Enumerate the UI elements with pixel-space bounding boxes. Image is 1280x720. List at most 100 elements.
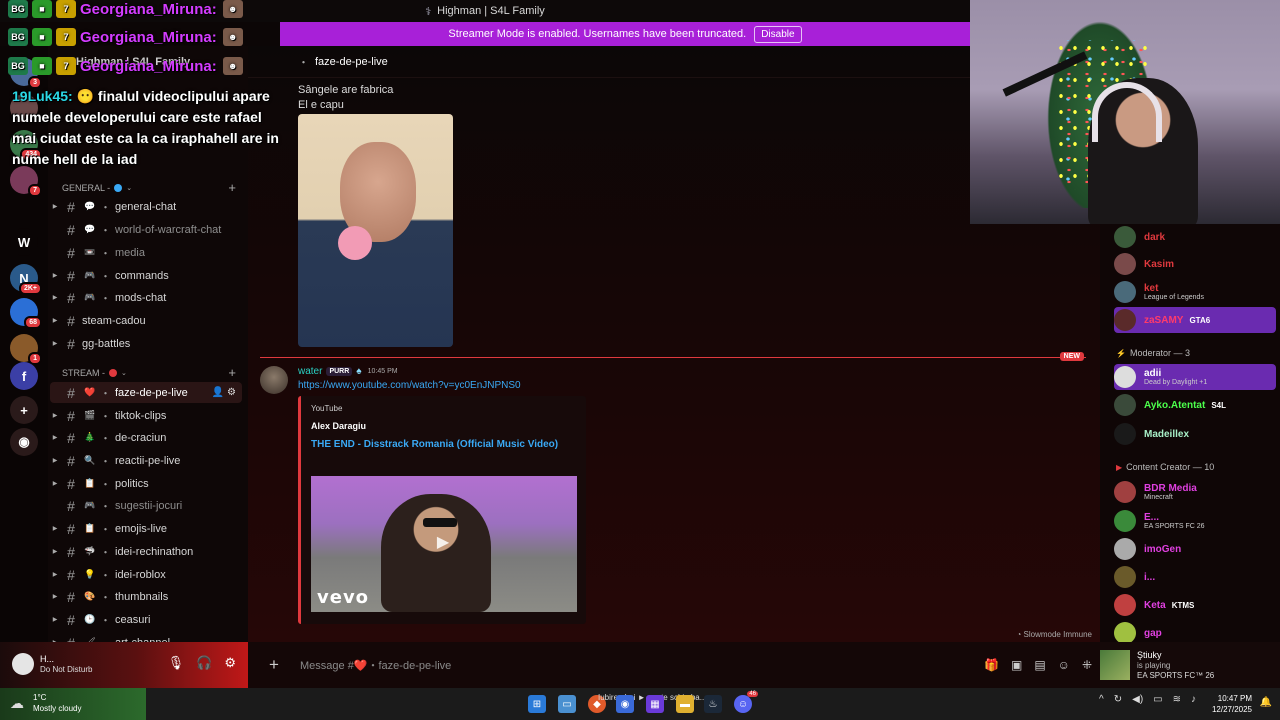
emoji-icon[interactable]: ☺ — [1058, 658, 1070, 672]
member-item[interactable]: Kasim — [1114, 251, 1276, 277]
create-channel-icon[interactable]: + — [228, 365, 236, 380]
avatar[interactable] — [12, 653, 34, 675]
gear-icon[interactable]: ⚙ — [224, 655, 236, 671]
speaker-icon[interactable]: ♪ — [1191, 694, 1196, 705]
sidebar-item-reactii-pe-live[interactable]: ▶ # 🔍 ・ reactii-pe-live — [50, 450, 242, 471]
member-item[interactable]: E... EA SPORTS FC 26 — [1114, 508, 1276, 534]
member-item[interactable]: dark — [1114, 224, 1276, 250]
message-image[interactable] — [298, 114, 453, 347]
sticker-icon[interactable]: ▤ — [1034, 658, 1045, 672]
weather-widget[interactable]: ☁ 1°C Mostly cloudy — [0, 688, 146, 720]
server-name[interactable]: Highman | S4L Family — [76, 56, 190, 68]
gif-icon[interactable]: ▣ — [1011, 658, 1022, 672]
apps-icon[interactable]: ⁜ — [1082, 658, 1092, 672]
embed-provider[interactable]: YouTube — [311, 404, 342, 413]
sidebar-item-faze-de-pe-live[interactable]: # ❤️ ・ faze-de-pe-live 👤 ⚙ — [50, 382, 242, 403]
sidebar-item-tiktok-clips[interactable]: ▶ # 🎬 ・ tiktok-clips — [50, 405, 242, 426]
member-info: E... EA SPORTS FC 26 — [1144, 512, 1205, 530]
chevron-up-icon[interactable]: ^ — [1099, 694, 1104, 705]
steam-icon[interactable]: ♨ — [704, 695, 722, 713]
volume-icon[interactable]: ◀) — [1132, 694, 1143, 705]
member-item[interactable]: Keta KTMS — [1114, 592, 1276, 618]
sidebar-item-mods-chat[interactable]: ▶ # 🎮 ・ mods-chat — [50, 287, 242, 308]
member-item[interactable]: imoGen — [1114, 536, 1276, 562]
discord-icon[interactable]: ☺ 46 — [734, 691, 758, 713]
activity-card[interactable]: Ştiuky is playing EA SPORTS FC™ 26 — [1100, 642, 1280, 688]
sidebar-item-ceasuri[interactable]: ▶ # 🕒 ・ ceasuri — [50, 609, 242, 630]
system-clock[interactable]: 10:47 PM 12/27/2025 — [1212, 693, 1252, 715]
server-icon[interactable] — [10, 94, 38, 122]
server-icon[interactable]: 1 — [10, 334, 42, 365]
category-stream[interactable]: STREAM - ⌄ — [62, 368, 127, 378]
sidebar-item-gg-battles[interactable]: ▶ # gg-battles — [50, 333, 242, 354]
sidebar-item-steam-cadou[interactable]: ▶ # steam-cadou — [50, 310, 242, 331]
folder-icon[interactable]: ▬ — [676, 695, 694, 713]
video-thumbnail[interactable]: ▶ vevo — [311, 476, 577, 612]
channel-emoji: ❤️ — [84, 387, 96, 397]
files-icon[interactable]: ▭ — [558, 695, 576, 713]
channel-separator: ・ — [100, 270, 111, 283]
add-member-icon[interactable]: 👤 — [212, 387, 224, 398]
sidebar-item-label: world-of-warcraft-chat — [115, 223, 222, 236]
notification-bell-icon[interactable]: 🔔 — [1260, 697, 1272, 708]
server-icon[interactable]: 68 — [10, 298, 42, 329]
streamer-mode-text: Streamer Mode is enabled. Usernames have… — [448, 28, 747, 40]
server-icon[interactable]: 7 — [10, 166, 42, 197]
guild-tag[interactable]: PURR — [326, 367, 353, 376]
sidebar-item-thumbnails[interactable]: ▶ # 🎨 ・ thumbnails — [50, 586, 242, 607]
message-link[interactable]: https://www.youtube.com/watch?v=yc0EnJNP… — [298, 380, 521, 391]
message-author[interactable]: water — [298, 366, 322, 377]
category-general[interactable]: GENERAL - ⌄ — [62, 183, 132, 193]
sidebar-item-label: thumbnails — [115, 590, 169, 603]
member-item[interactable]: adii Dead by Daylight +1 — [1114, 364, 1276, 390]
member-item[interactable]: zaSAMY GTA6 — [1114, 307, 1276, 333]
play-icon[interactable]: ▶ — [427, 532, 459, 554]
start-icon[interactable]: ⊞ — [528, 695, 546, 713]
disable-streamer-mode-button[interactable]: Disable — [754, 25, 802, 43]
hashtag-icon: # — [67, 520, 75, 537]
sidebar-item-de-craciun[interactable]: ▶ # 🎄 ・ de-craciun — [50, 427, 242, 448]
server-icon[interactable]: f — [10, 362, 38, 390]
server-icon[interactable]: N 2K+ — [10, 264, 42, 295]
avatar[interactable] — [260, 366, 288, 394]
sidebar-item-art-channel[interactable]: ▶#🖌・art-channel — [50, 632, 242, 643]
sync-icon[interactable]: ↻ — [1114, 694, 1122, 705]
server-icon[interactable]: ◉ — [10, 428, 38, 456]
embed-title[interactable]: THE END - Disstrack Romania (Official Mu… — [311, 439, 558, 450]
server-icon[interactable]: + — [10, 396, 38, 424]
sidebar-item-commands[interactable]: ▶ # 🎮 ・ commands — [50, 265, 242, 286]
create-channel-icon[interactable]: + — [228, 180, 236, 195]
headset-muted-icon[interactable]: 🎧 — [196, 655, 212, 671]
sidebar-item-media[interactable]: # 📼 ・ media — [50, 242, 242, 263]
channel-separator: ・ — [100, 500, 111, 513]
server-icon[interactable]: 434 — [10, 130, 42, 161]
wifi-icon[interactable]: ≋ — [1173, 694, 1181, 705]
server-icon[interactable]: W — [10, 228, 38, 256]
embed-author[interactable]: Alex Daragiu — [311, 421, 366, 431]
member-item[interactable]: i... — [1114, 564, 1276, 590]
user-name[interactable]: H... — [40, 654, 54, 664]
sidebar-item-idei-rechinathon[interactable]: ▶ # 🦈 ・ idei-rechinathon — [50, 541, 242, 562]
edge-icon[interactable]: ◉ — [616, 695, 634, 713]
message-input[interactable]: Message #❤️・faze-de-pe-live — [300, 657, 451, 673]
sidebar-item-world-of-warcraft-chat[interactable]: # 💬 ・ world-of-warcraft-chat — [50, 219, 242, 240]
gear-icon[interactable]: ⚙ — [227, 387, 236, 398]
sidebar-item-emojis-live[interactable]: ▶ # 📋 ・ emojis-live — [50, 518, 242, 539]
member-item[interactable]: gap — [1114, 620, 1276, 642]
gift-icon[interactable]: 🎁 — [984, 658, 999, 672]
server-icon[interactable]: 3 — [10, 58, 42, 89]
sidebar-item-general-chat[interactable]: ▶ # 💬 ・ general-chat — [50, 196, 242, 217]
member-item[interactable]: BDR Media Minecraft — [1114, 479, 1276, 505]
sidebar-item-politics[interactable]: ▶ # 📋 ・ politics — [50, 473, 242, 494]
sidebar-item-idei-roblox[interactable]: ▶ # 💡 ・ idei-roblox — [50, 564, 242, 585]
clock-time: 10:47 PM — [1217, 694, 1252, 703]
attach-plus-icon[interactable]: + — [248, 655, 300, 675]
mic-muted-icon[interactable]: 🎙 — [168, 655, 185, 671]
app-icon[interactable]: ▦ — [646, 695, 664, 713]
sidebar-item-label: reactii-pe-live — [115, 454, 181, 467]
member-item[interactable]: ket League of Legends — [1114, 279, 1276, 305]
member-item[interactable]: Ayko.Atentat S4L — [1114, 392, 1276, 418]
network-icon[interactable]: ▭ — [1153, 694, 1162, 705]
sidebar-item-sugestii-jocuri[interactable]: # 🎮 ・ sugestii-jocuri — [50, 495, 242, 516]
member-item[interactable]: Madeillex — [1114, 421, 1276, 447]
